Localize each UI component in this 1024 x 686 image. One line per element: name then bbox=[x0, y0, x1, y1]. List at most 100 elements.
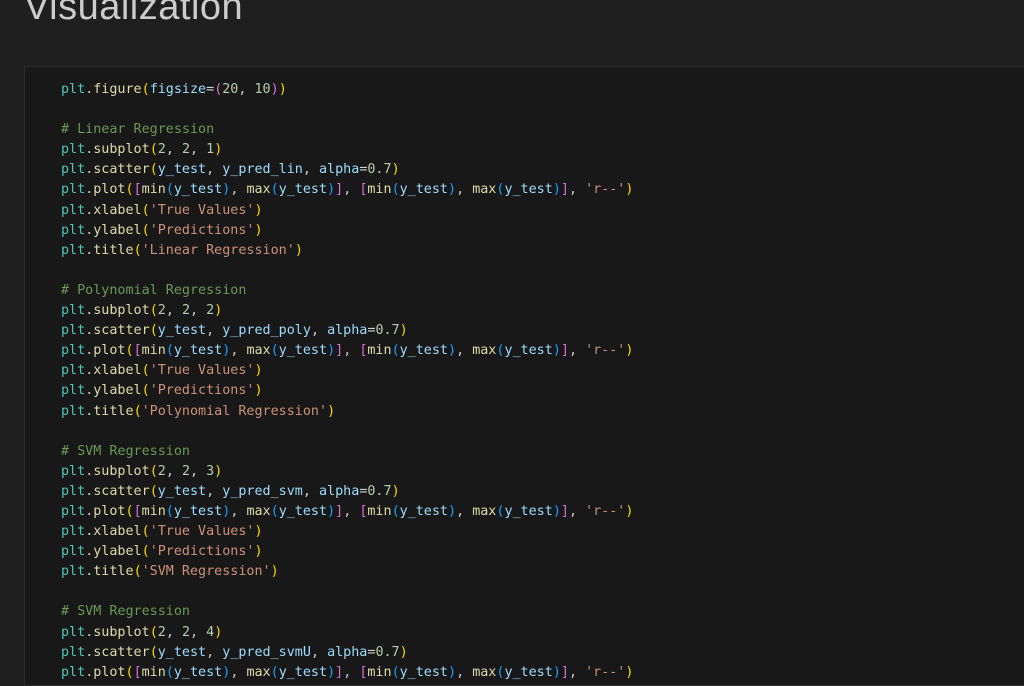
code-token: , bbox=[343, 664, 360, 680]
code-token: plot bbox=[93, 664, 126, 680]
code-token: plt bbox=[61, 503, 86, 519]
code-token: 0.7 bbox=[375, 644, 400, 660]
code-token: ( bbox=[141, 202, 150, 218]
code-token: 20 bbox=[222, 82, 239, 97]
code-line[interactable]: plt.figure(figsize=(20, 10)) bbox=[61, 80, 633, 100]
code-token: y_test bbox=[278, 664, 328, 680]
code-line[interactable]: plt.subplot(2, 2, 3) bbox=[61, 462, 633, 482]
code-token: ) bbox=[254, 383, 263, 399]
code-token: ( bbox=[270, 343, 279, 359]
code-token: 2 bbox=[181, 463, 190, 479]
code-line[interactable]: # SVM Regression bbox=[61, 442, 633, 462]
code-token: , bbox=[230, 664, 247, 680]
code-token: [ bbox=[133, 503, 142, 519]
code-token: y_pred_svm bbox=[222, 483, 303, 499]
code-token: ( bbox=[391, 343, 400, 359]
code-token: 2 bbox=[157, 303, 166, 319]
code-line[interactable]: plt.plot([min(y_test), max(y_test)], [mi… bbox=[61, 341, 633, 361]
code-line[interactable]: plt.title('Polynomial Regression') bbox=[61, 402, 633, 422]
code-token: subplot bbox=[93, 142, 150, 158]
code-line[interactable]: plt.ylabel('Predictions') bbox=[61, 221, 633, 241]
code-token: # Linear Regression bbox=[61, 122, 215, 138]
code-line[interactable]: plt.title('SVM Regression') bbox=[61, 562, 633, 582]
code-token: ( bbox=[133, 564, 142, 580]
code-token: ( bbox=[141, 363, 150, 379]
code-token: , bbox=[302, 483, 319, 499]
code-token: ) bbox=[327, 403, 336, 419]
code-token: ) bbox=[278, 82, 287, 97]
code-token: y_pred_lin bbox=[222, 162, 303, 178]
code-token: y_test bbox=[399, 343, 448, 359]
code-line[interactable]: plt.subplot(2, 2, 1) bbox=[61, 140, 633, 160]
code-token: ylabel bbox=[93, 383, 142, 399]
code-line[interactable] bbox=[61, 100, 633, 120]
code-token: min bbox=[141, 343, 166, 359]
code-token: max bbox=[246, 182, 271, 198]
code-token: ) bbox=[399, 323, 408, 339]
code-line[interactable]: plt.scatter(y_test, y_pred_svm, alpha=0.… bbox=[61, 482, 633, 502]
code-token: max bbox=[472, 503, 497, 519]
code-line[interactable]: plt.ylabel('Predictions') bbox=[61, 381, 633, 401]
code-token: , bbox=[343, 182, 360, 198]
code-token: plt bbox=[61, 323, 86, 339]
code-token: ( bbox=[165, 664, 174, 680]
code-line[interactable] bbox=[61, 422, 633, 442]
code-token: # SVM Regression bbox=[61, 443, 190, 459]
code-token: plt bbox=[61, 363, 86, 379]
code-token: ( bbox=[141, 544, 150, 560]
code-token: ( bbox=[149, 142, 158, 158]
code-token: max bbox=[472, 343, 497, 359]
code-token: 2 bbox=[157, 142, 166, 158]
code-token: ( bbox=[149, 483, 158, 499]
code-line[interactable] bbox=[61, 261, 633, 281]
code-token: [ bbox=[133, 664, 142, 680]
code-token: , bbox=[456, 503, 473, 519]
code-token: max bbox=[472, 664, 497, 680]
code-cell[interactable]: plt.figure(figsize=(20, 10)) # Linear Reg… bbox=[24, 66, 1024, 686]
code-token: ) bbox=[625, 664, 634, 680]
code-token: ) bbox=[254, 544, 263, 560]
code-line[interactable]: plt.scatter(y_test, y_pred_poly, alpha=0… bbox=[61, 321, 633, 341]
code-line[interactable]: # SVM Regression bbox=[61, 602, 633, 622]
code-line[interactable]: plt.title('Linear Regression') bbox=[61, 241, 633, 261]
code-token: ) bbox=[625, 343, 634, 359]
code-token: ( bbox=[141, 383, 150, 399]
code-line[interactable]: plt.plot([min(y_test), max(y_test)], [mi… bbox=[61, 663, 633, 683]
code-editor[interactable]: plt.figure(figsize=(20, 10)) # Linear Reg… bbox=[61, 80, 633, 683]
code-line[interactable]: plt.scatter(y_test, y_pred_svmU, alpha=0… bbox=[61, 643, 633, 663]
code-token: ) bbox=[625, 182, 634, 198]
code-line[interactable]: plt.xlabel('True Values') bbox=[61, 201, 633, 221]
code-token: y_test bbox=[504, 182, 553, 198]
code-token: , bbox=[310, 323, 328, 339]
code-token: 2 bbox=[157, 463, 166, 479]
code-line[interactable]: plt.plot([min(y_test), max(y_test)], [mi… bbox=[61, 502, 633, 522]
code-token: plt bbox=[61, 182, 86, 198]
code-token: , bbox=[190, 624, 207, 640]
code-line[interactable]: # Polynomial Regression bbox=[61, 281, 633, 301]
code-token: scatter bbox=[93, 323, 150, 339]
code-token: y_test bbox=[157, 483, 207, 499]
code-token: ) bbox=[391, 162, 400, 178]
code-line[interactable] bbox=[61, 582, 633, 602]
code-token: ) bbox=[399, 644, 408, 660]
code-line[interactable]: plt.scatter(y_test, y_pred_lin, alpha=0.… bbox=[61, 160, 633, 180]
code-token: plt bbox=[61, 664, 86, 680]
code-line[interactable]: plt.subplot(2, 2, 4) bbox=[61, 623, 633, 643]
code-line[interactable]: plt.ylabel('Predictions') bbox=[61, 542, 633, 562]
code-line[interactable]: plt.xlabel('True Values') bbox=[61, 361, 633, 381]
code-token: plt bbox=[61, 222, 86, 238]
code-token: , bbox=[206, 644, 223, 660]
code-line[interactable]: plt.plot([min(y_test), max(y_test)], [mi… bbox=[61, 180, 633, 200]
code-token: scatter bbox=[93, 483, 150, 499]
code-token: ) bbox=[327, 503, 336, 519]
code-token: 'Predictions' bbox=[149, 222, 255, 238]
code-token: ylabel bbox=[93, 222, 142, 238]
code-line[interactable]: plt.subplot(2, 2, 2) bbox=[61, 301, 633, 321]
code-line[interactable]: plt.xlabel('True Values') bbox=[61, 522, 633, 542]
code-token: y_pred_poly bbox=[222, 323, 311, 339]
code-token: min bbox=[367, 664, 392, 680]
code-token: 2 bbox=[181, 303, 190, 319]
code-line[interactable]: # Linear Regression bbox=[61, 120, 633, 140]
code-token: 2 bbox=[181, 142, 190, 158]
code-token: plt bbox=[61, 544, 86, 560]
